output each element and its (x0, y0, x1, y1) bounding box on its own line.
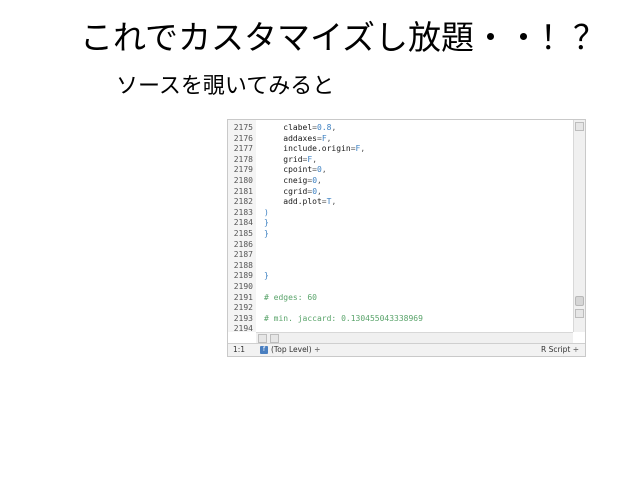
line-number: 2183 (233, 207, 253, 217)
code-token: grid (264, 154, 303, 164)
code-line[interactable]: # min. jaccard: 0.130455043338969 (264, 314, 573, 325)
code-token: include.origin (264, 144, 351, 154)
code-token: , (331, 123, 337, 132)
line-number: 2191 (233, 292, 253, 302)
code-token: } (264, 218, 269, 228)
code-token: } (264, 228, 269, 238)
code-line[interactable]: addaxes=F, (264, 134, 573, 145)
scroll-right-icon[interactable] (270, 334, 279, 343)
slide-title: これでカスタマイズし放題・・！？ (80, 18, 607, 57)
code-token: ) (264, 207, 269, 217)
scroll-thumb[interactable] (575, 296, 584, 306)
code-token: , (312, 154, 318, 164)
line-number: 2176 (233, 133, 253, 143)
line-number: 2193 (233, 313, 253, 323)
line-number: 2178 (233, 154, 253, 164)
line-number: 2179 (233, 165, 253, 175)
code-lines[interactable]: clabel=0.8, addaxes=F, include.origin=F,… (264, 123, 573, 332)
scroll-up-icon[interactable] (575, 122, 584, 131)
line-number: 2190 (233, 281, 253, 291)
code-token: , (331, 197, 337, 207)
line-number: 2181 (233, 186, 253, 196)
line-number-gutter: 2175 2176 2177 2178 2179 2180 2181 2182 2183 2184… (228, 120, 256, 332)
code-token: cgrid (264, 186, 308, 196)
code-line[interactable]: cgrid=0, (264, 187, 573, 198)
code-line[interactable] (264, 282, 573, 293)
language-selector[interactable]: R Script ÷ (541, 345, 579, 354)
code-token: cneig (264, 175, 308, 185)
function-scope-icon: f (260, 345, 268, 354)
scroll-left-icon[interactable] (258, 334, 267, 343)
code-line[interactable]: } (264, 271, 573, 282)
code-token: } (264, 271, 269, 281)
code-token: , (326, 133, 332, 143)
code-line[interactable]: clabel=0.8, (264, 123, 573, 134)
code-token: , (321, 165, 327, 175)
vertical-scrollbar[interactable] (573, 120, 585, 332)
code-editor[interactable]: 2175 2176 2177 2178 2179 2180 2181 2182 2183 2184… (227, 119, 586, 357)
cursor-position: 1:1 (233, 345, 246, 354)
slide-subtitle: ソースを覗いてみると (116, 74, 335, 99)
code-line[interactable] (264, 303, 573, 314)
scroll-down-icon[interactable] (575, 309, 584, 318)
code-line[interactable]: } (264, 218, 573, 229)
code-line[interactable]: } (264, 229, 573, 240)
scope-selector[interactable]: f (Top Level) ÷ (260, 345, 320, 354)
line-number: 2185 (233, 228, 253, 238)
scope-label: (Top Level) ÷ (271, 345, 321, 354)
code-token: , (317, 186, 322, 196)
line-number: 2175 (233, 123, 253, 132)
code-line[interactable] (264, 324, 573, 332)
line-number: 2187 (233, 250, 253, 260)
line-number: 2192 (233, 303, 253, 313)
code-token: # min. jaccard: 0.130455043338969 (264, 313, 423, 323)
line-number: 2188 (233, 260, 253, 270)
code-line[interactable]: grid=F, (264, 155, 573, 166)
line-number: 2189 (233, 271, 253, 281)
code-token: , (360, 144, 366, 154)
code-line[interactable]: cneig=0, (264, 176, 573, 187)
code-line[interactable]: add.plot=T, (264, 197, 573, 208)
editor-status-bar: 1:1 f (Top Level) ÷ R Script ÷ (228, 343, 585, 356)
line-number: 2182 (233, 197, 253, 207)
code-token: cpoint (264, 165, 313, 175)
line-number: 2177 (233, 144, 253, 154)
code-token: # edges: 60 (264, 292, 317, 302)
code-token: addaxes (264, 133, 317, 143)
code-area[interactable]: 2175 2176 2177 2178 2179 2180 2181 2182 2183 2184… (228, 120, 573, 332)
code-line[interactable]: ) (264, 208, 573, 219)
code-token: clabel (264, 123, 313, 132)
code-line[interactable]: cpoint=0, (264, 165, 573, 176)
code-line[interactable]: include.origin=F, (264, 144, 573, 155)
code-line[interactable]: # edges: 60 (264, 293, 573, 304)
code-token: , (317, 175, 322, 185)
code-line[interactable] (264, 240, 573, 251)
code-line[interactable] (264, 261, 573, 272)
code-token: add.plot (264, 197, 322, 207)
line-number: 2186 (233, 239, 253, 249)
code-line[interactable] (264, 250, 573, 261)
code-token: 0.8 (317, 123, 332, 132)
line-number: 2194 (233, 324, 253, 332)
line-number: 2184 (233, 218, 253, 228)
line-number: 2180 (233, 175, 253, 185)
